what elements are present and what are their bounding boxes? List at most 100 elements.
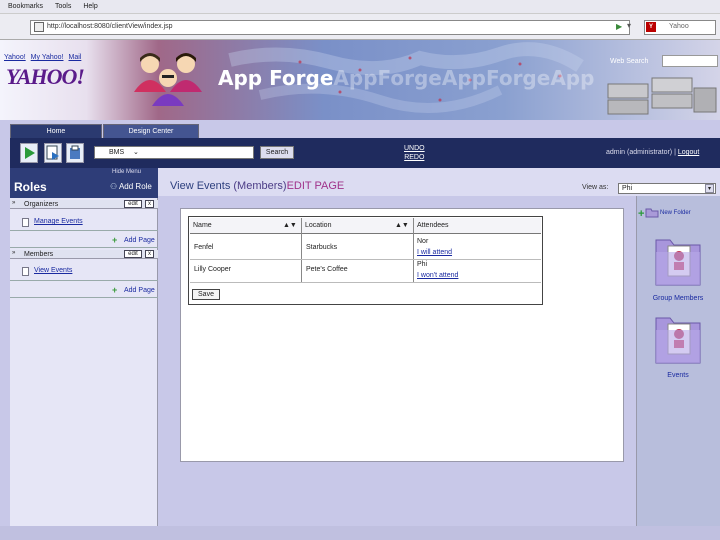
column-header-location[interactable]: Location ▲▼ [302, 218, 413, 234]
column-attendees-label: Attendees [417, 222, 449, 229]
cell-attendee: Nor [417, 238, 429, 245]
events-folder-icon[interactable] [654, 310, 702, 366]
add-folder-icon[interactable]: + [638, 208, 644, 220]
export-icon[interactable] [66, 143, 84, 163]
delete-organizers-button[interactable]: x [145, 200, 154, 208]
section-members-label: Members [24, 251, 54, 258]
sidebar-item-view-events[interactable]: View Events [34, 267, 72, 274]
row-divider [190, 259, 541, 260]
sort-icon[interactable]: ▲▼ [395, 218, 409, 234]
menu-bookmarks[interactable]: Bookmarks [8, 3, 43, 10]
page-icon [22, 218, 29, 227]
rsvp-link[interactable]: I won't attend [417, 272, 458, 279]
page-title-main: View Events [170, 180, 231, 192]
section-organizers-label: Organizers [24, 201, 59, 208]
undo-redo: UNDO REDO [404, 144, 425, 162]
search-button[interactable]: Search [260, 146, 294, 159]
divider [10, 297, 158, 298]
column-name-label: Name [193, 222, 212, 229]
sidebar [10, 168, 158, 528]
rsvp-link[interactable]: I will attend [417, 249, 452, 256]
add-role-label: Add Role [118, 182, 152, 191]
column-location-label: Location [305, 222, 332, 229]
page-title: View Events (Members)EDIT PAGE [170, 180, 344, 192]
view-as-value: Phi [622, 185, 633, 192]
cell-name: Lilly Cooper [194, 266, 231, 273]
undo-link[interactable]: UNDO [404, 144, 425, 153]
app-select-value: BMS [109, 149, 125, 156]
link-my-yahoo[interactable]: My Yahoo! [31, 54, 64, 61]
link-yahoo[interactable]: Yahoo! [4, 54, 26, 61]
divider [10, 247, 158, 248]
tab-design-center[interactable]: Design Center [103, 124, 199, 138]
sort-icon[interactable]: ▲▼ [283, 218, 297, 234]
url-field[interactable]: http://localhost:8080/clientView/index.j… [30, 20, 630, 35]
events-label[interactable]: Events [636, 372, 720, 379]
status-bar [0, 526, 720, 540]
logout-link[interactable]: Logout [678, 149, 699, 156]
user-info: admin (administrator) | Logout [606, 149, 699, 156]
cell-location: Starbucks [306, 244, 338, 251]
menu-tools[interactable]: Tools [55, 3, 71, 10]
page-icon [22, 267, 29, 276]
page-icon [34, 22, 44, 32]
redo-link[interactable]: REDO [404, 153, 425, 162]
view-as-label: View as: [582, 184, 609, 191]
web-search-input[interactable] [662, 55, 718, 67]
browser-menubar: Bookmarks Tools Help [0, 0, 720, 14]
expand-icon[interactable]: » [12, 200, 15, 206]
edit-members-button[interactable]: edit [124, 250, 142, 258]
roles-title: Roles [14, 180, 47, 194]
edit-organizers-button[interactable]: edit [124, 200, 142, 208]
edit-page-label[interactable]: EDIT PAGE [287, 180, 345, 192]
add-icon: + [112, 285, 118, 295]
page-title-role: (Members) [233, 180, 287, 192]
column-divider [413, 218, 414, 282]
user-label: admin (administrator) | [606, 149, 676, 156]
column-divider [301, 218, 302, 282]
view-as-select[interactable]: Phi ▾ [618, 183, 716, 194]
folder-icon [645, 208, 659, 218]
tab-home[interactable]: Home [10, 124, 102, 138]
app-title-main: App Forge [218, 66, 334, 90]
people-add-icon: ⚇ [110, 182, 118, 191]
cell-attendee: Phi [417, 261, 428, 268]
chevron-down-icon[interactable]: ▾ [705, 184, 714, 193]
preview-icon[interactable] [44, 143, 62, 163]
yahoo-search-icon: Y [646, 22, 656, 32]
add-role-button[interactable]: ⚇ Add Role [110, 182, 152, 191]
app-title-ghost: AppForgeAppForgeApp [333, 66, 595, 90]
sidebar-item-manage-events[interactable]: Manage Events [34, 218, 83, 225]
chevron-down-icon: ⌄ [133, 149, 139, 156]
divider [10, 280, 158, 281]
hide-menu-link[interactable]: Hide Menu [112, 169, 141, 175]
web-search-label: Web Search [610, 58, 649, 65]
link-mail[interactable]: Mail [69, 54, 82, 61]
run-icon[interactable] [20, 143, 38, 163]
add-page-members[interactable]: Add Page [124, 287, 155, 294]
add-page-organizers[interactable]: Add Page [124, 237, 155, 244]
divider [10, 230, 158, 231]
yahoo-links: Yahoo! My Yahoo! Mail [4, 54, 81, 61]
new-folder-link[interactable]: New Folder [660, 210, 691, 216]
go-arrow-icon[interactable]: ▶ [616, 22, 622, 31]
add-icon: + [112, 235, 118, 245]
cell-location: Pete's Coffee [306, 266, 348, 273]
app-title: App ForgeAppForgeAppForgeApp [218, 66, 594, 90]
row-divider [190, 282, 541, 283]
people-icon [134, 53, 202, 106]
app-select[interactable]: BMS ⌄ [94, 146, 254, 159]
group-members-label[interactable]: Group Members [636, 295, 720, 302]
dropdown-icon[interactable]: ▾ [627, 21, 631, 30]
column-header-name[interactable]: Name ▲▼ [190, 218, 301, 234]
yahoo-logo[interactable]: YAHOO! [6, 64, 85, 90]
cell-name: Fenfel [194, 244, 214, 251]
expand-icon[interactable]: » [12, 250, 15, 256]
menu-help[interactable]: Help [83, 3, 97, 10]
delete-members-button[interactable]: x [145, 250, 154, 258]
servers-icon [607, 77, 717, 115]
app-window: Bookmarks Tools Help http://localhost:80… [0, 0, 720, 540]
group-members-folder-icon[interactable] [654, 232, 702, 288]
save-button[interactable]: Save [192, 289, 220, 300]
column-header-attendees[interactable]: Attendees [414, 218, 541, 234]
